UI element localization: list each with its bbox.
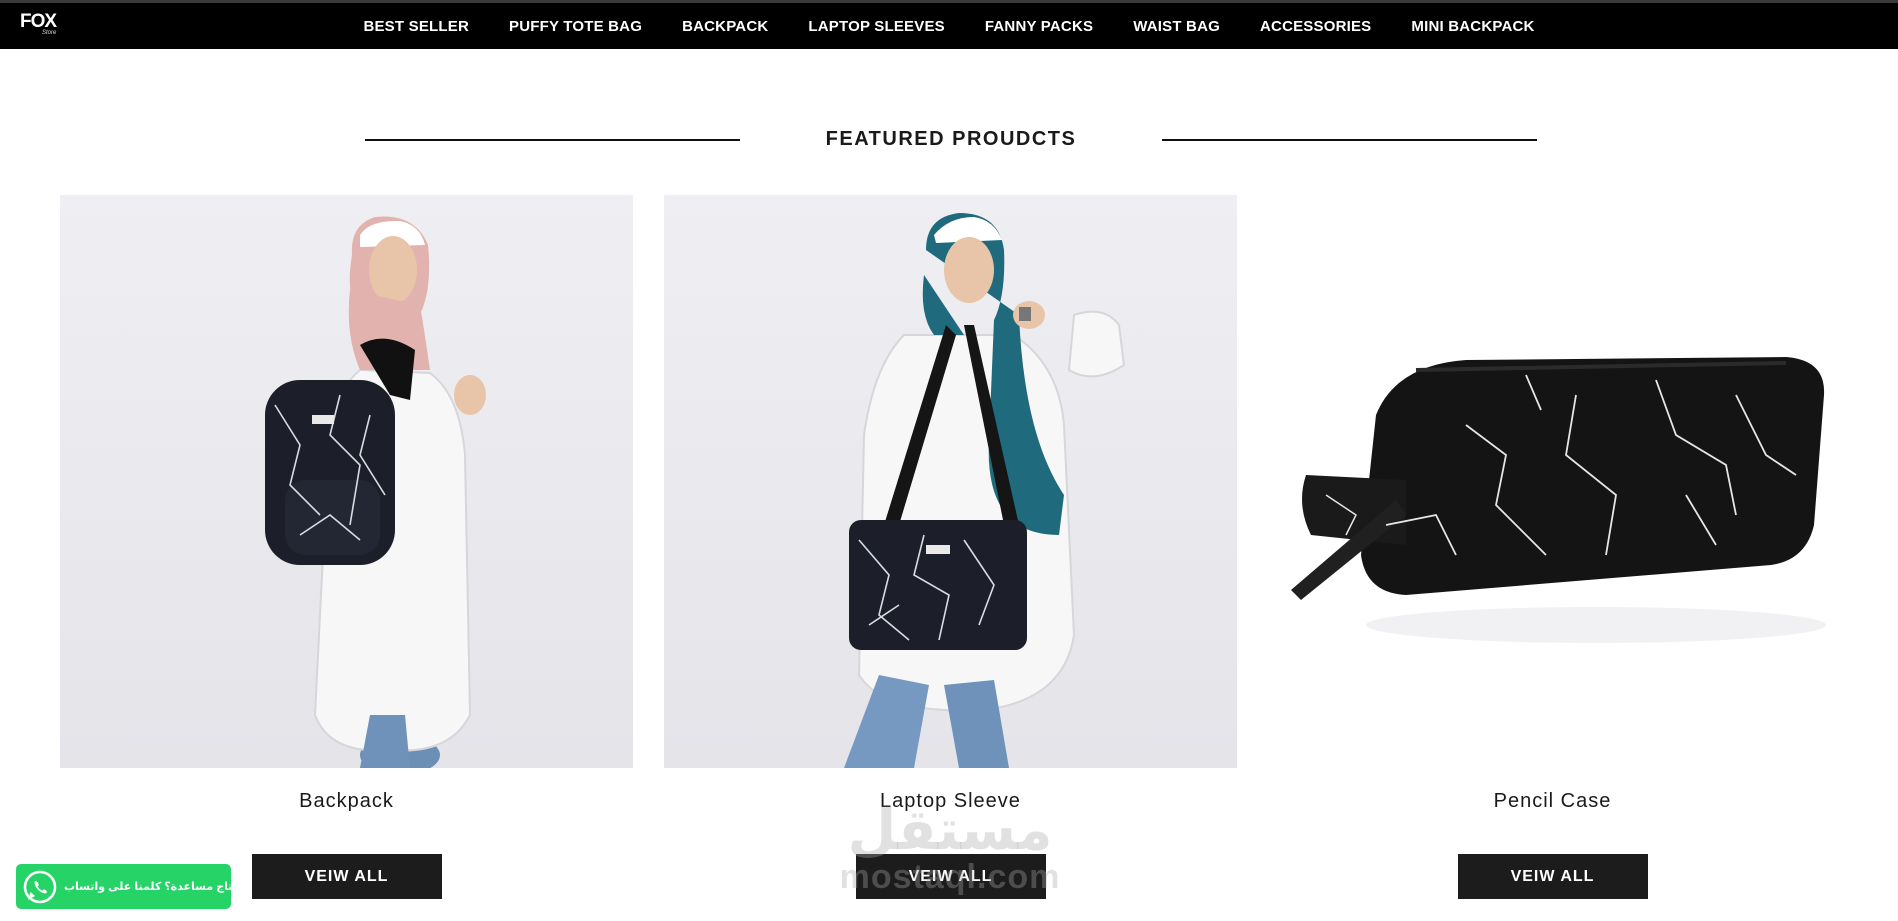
product-name: Pencil Case bbox=[1493, 790, 1612, 812]
backpack-model-illustration bbox=[265, 216, 486, 768]
whatsapp-icon bbox=[23, 870, 57, 903]
main-menu: BEST SELLER PUFFY TOTE BAG BACKPACK LAPT… bbox=[0, 3, 1898, 49]
product-card-pencil-case: Pencil Case VEIW ALL bbox=[1266, 195, 1839, 899]
nav-item-accessories[interactable]: ACCESSORIES bbox=[1260, 18, 1371, 35]
view-all-button[interactable]: VEIW ALL bbox=[251, 854, 442, 899]
page: FOX Store BEST SELLER PUFFY TOTE BAG BAC… bbox=[0, 0, 1898, 921]
laptop-sleeve-model-illustration bbox=[844, 213, 1126, 768]
nav-item-puffy-tote-bag[interactable]: PUFFY TOTE BAG bbox=[509, 18, 642, 35]
whatsapp-label: محتاج مساعدة؟ كلمنا على واتساب bbox=[64, 881, 248, 893]
view-all-button[interactable]: VEIW ALL bbox=[855, 854, 1046, 899]
heading-divider-right bbox=[1162, 139, 1537, 141]
nav-item-best-seller[interactable]: BEST SELLER bbox=[363, 18, 469, 35]
pencil-case-illustration bbox=[1291, 357, 1826, 643]
nav-item-backpack[interactable]: BACKPACK bbox=[682, 18, 768, 35]
nav-item-fanny-packs[interactable]: FANNY PACKS bbox=[985, 18, 1093, 35]
product-card-laptop-sleeve: Laptop Sleeve VEIW ALL bbox=[664, 195, 1237, 899]
nav-item-waist-bag[interactable]: WAIST BAG bbox=[1133, 18, 1220, 35]
product-image-pencil-case[interactable] bbox=[1266, 195, 1839, 768]
product-card-backpack: Backpack VEIW ALL bbox=[60, 195, 633, 899]
product-image-laptop-sleeve[interactable] bbox=[664, 195, 1237, 768]
nav-item-mini-backpack[interactable]: MINI BACKPACK bbox=[1411, 18, 1534, 35]
product-name: Backpack bbox=[299, 790, 394, 812]
featured-heading: FEATURED PROUDCTS bbox=[365, 124, 1537, 156]
nav-item-laptop-sleeves[interactable]: LAPTOP SLEEVES bbox=[808, 18, 944, 35]
view-all-button[interactable]: VEIW ALL bbox=[1457, 854, 1648, 899]
whatsapp-chat-button[interactable]: محتاج مساعدة؟ كلمنا على واتساب bbox=[16, 864, 248, 909]
top-navbar: FOX Store BEST SELLER PUFFY TOTE BAG BAC… bbox=[0, 0, 1898, 49]
product-image-backpack[interactable] bbox=[60, 195, 633, 768]
product-name: Laptop Sleeve bbox=[880, 790, 1021, 812]
